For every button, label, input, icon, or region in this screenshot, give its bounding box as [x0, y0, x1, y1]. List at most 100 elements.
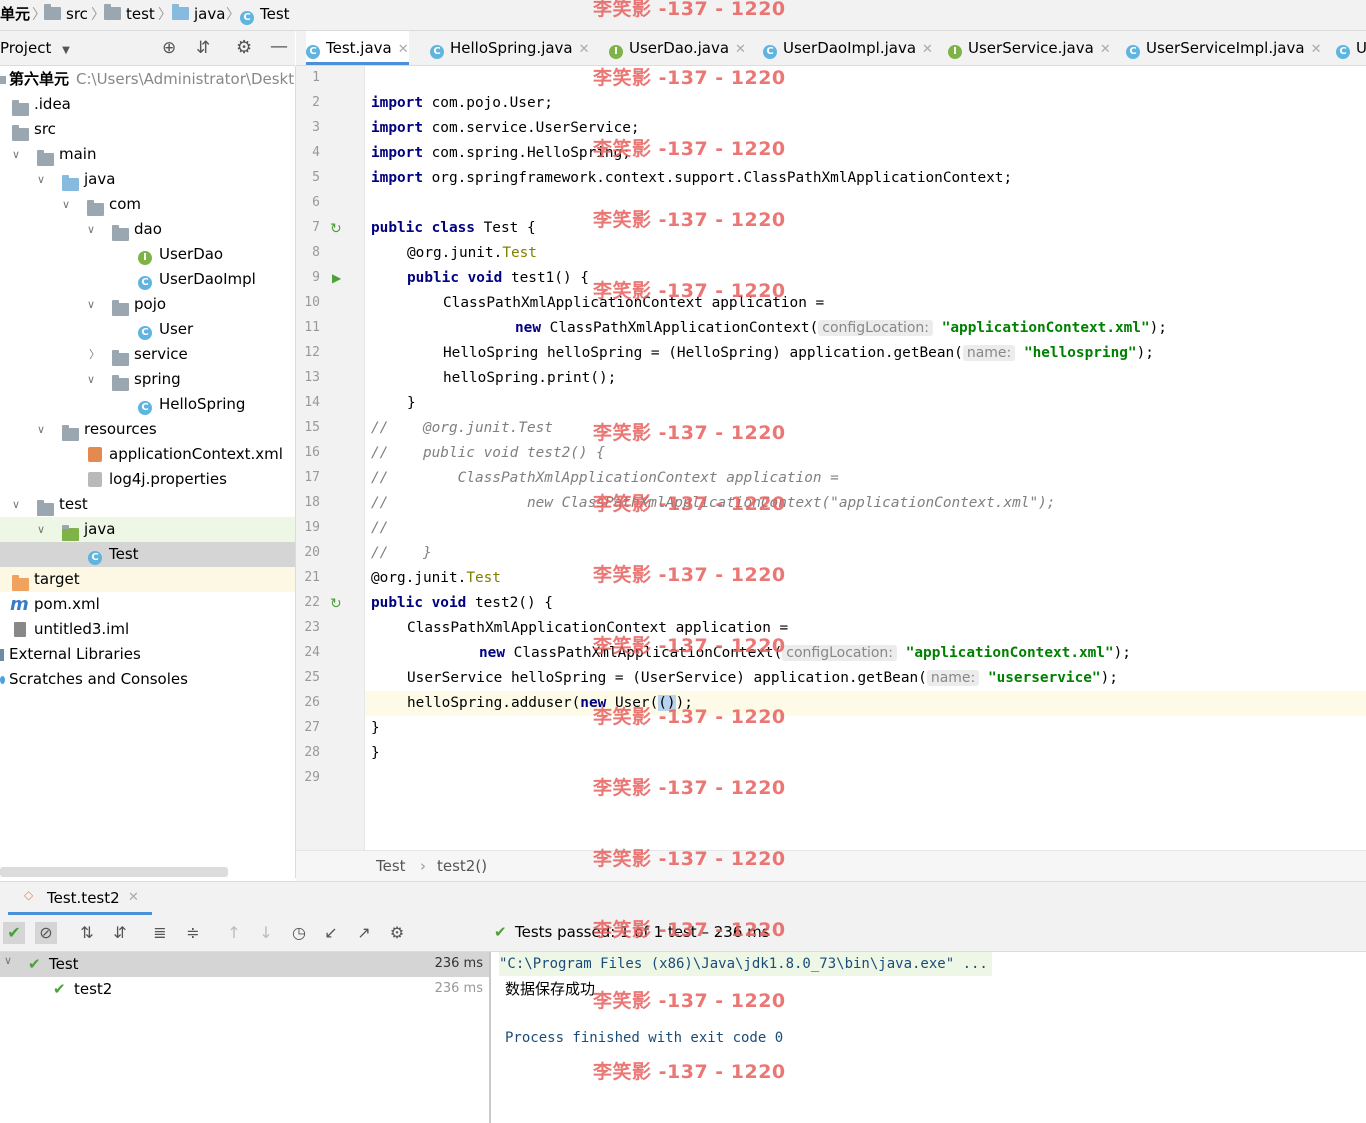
watermark-text: 李笑影 -137 - 1220	[593, 0, 786, 20]
minimize-icon[interactable]: —	[270, 36, 288, 57]
class-icon: C	[88, 551, 102, 565]
tree-item-target[interactable]: target	[0, 567, 295, 592]
chevron-down-icon[interactable]: ∨	[87, 292, 95, 317]
tree-item-java[interactable]: ∨ java	[0, 167, 295, 192]
tree-item-userdaoimpl[interactable]: C UserDaoImpl	[0, 267, 295, 292]
chevron-down-icon[interactable]: ∨	[62, 192, 70, 217]
breadcrumb-class[interactable]: Test	[376, 857, 406, 875]
line-number: 23	[304, 620, 320, 635]
tree-item-pojo[interactable]: ∨ pojo	[0, 292, 295, 317]
tree-item-test-class[interactable]: C Test	[0, 542, 295, 567]
chevron-down-icon[interactable]: ∨	[37, 417, 45, 442]
watermark-text: 李笑影 -137 - 1220	[593, 138, 786, 160]
chevron-down-icon[interactable]: ∨	[12, 142, 20, 167]
sort-by-duration-icon[interactable]: ⇵	[109, 922, 131, 944]
tree-item-hellospring[interactable]: C HelloSpring	[0, 392, 295, 417]
tab-userserviceimpl-java[interactable]: C UserServiceImpl.java ✕	[1126, 31, 1321, 65]
run-icon[interactable]: ▶	[332, 271, 341, 285]
gear-icon[interactable]: ⚙	[386, 922, 408, 944]
project-view-selector[interactable]: Project ▼	[0, 39, 70, 57]
tree-item-service[interactable]: 〉 service	[0, 342, 295, 367]
breadcrumb-java[interactable]: java	[172, 4, 225, 24]
chevron-down-icon[interactable]: ∨	[37, 167, 45, 192]
breadcrumb-method[interactable]: test2()	[437, 857, 487, 875]
tree-item-idea[interactable]: .idea	[0, 92, 295, 117]
previous-failed-icon[interactable]: ↑	[223, 922, 245, 944]
breadcrumb-src[interactable]: src	[44, 4, 88, 24]
breadcrumb-test-class[interactable]: C Test	[240, 4, 290, 25]
tree-item-external-libraries[interactable]: External Libraries	[0, 642, 295, 667]
close-icon[interactable]: ✕	[398, 42, 409, 57]
tree-item-log4j-properties[interactable]: log4j.properties	[0, 467, 295, 492]
tab-test-java[interactable]: C Test.java ✕	[306, 31, 409, 65]
tab-userservice-java[interactable]: I UserService.java ✕	[948, 31, 1111, 65]
tree-item-pom-xml[interactable]: m pom.xml	[0, 592, 295, 617]
expand-all-icon[interactable]: ≣	[149, 922, 171, 944]
tree-item-applicationcontext-xml[interactable]: applicationContext.xml	[0, 442, 295, 467]
chevron-down-icon[interactable]: ∨	[12, 492, 20, 517]
close-icon[interactable]: ✕	[1100, 42, 1111, 57]
horizontal-scrollbar[interactable]	[0, 867, 228, 877]
breadcrumb-module[interactable]: 单元	[0, 4, 30, 24]
console-output[interactable]: "C:\Program Files (x86)\Java\jdk1.8.0_73…	[491, 952, 1366, 1123]
tab-overflow[interactable]: CU	[1336, 31, 1366, 65]
breadcrumb-test[interactable]: test	[104, 4, 155, 24]
close-icon[interactable]: ✕	[735, 42, 746, 57]
test-history-icon[interactable]: ◷	[288, 922, 310, 944]
tree-item-userdao[interactable]: I UserDao	[0, 242, 295, 267]
chevron-down-icon[interactable]: ∨	[37, 517, 45, 542]
close-icon[interactable]: ✕	[922, 42, 933, 57]
run-test-method-icon[interactable]: ↻	[330, 596, 342, 612]
run-test-class-icon[interactable]: ↻	[330, 221, 342, 237]
passed-icon: ✔	[53, 980, 66, 998]
locate-icon[interactable]: ⊕	[162, 38, 176, 58]
tab-hellospring-java[interactable]: C HelloSpring.java ✕	[430, 31, 590, 65]
tree-item-src[interactable]: src	[0, 117, 295, 142]
tree-item-main[interactable]: ∨ main	[0, 142, 295, 167]
test-result-row[interactable]: ✔ test2 236 ms	[0, 977, 489, 1002]
test-result-row[interactable]: ∨ ✔ Test 236 ms	[0, 952, 489, 977]
close-icon[interactable]: ✕	[128, 890, 139, 905]
tree-item-com[interactable]: ∨ com	[0, 192, 295, 217]
editor-gutter: 1 2 3 4 5 6 7 8 9 10 11 12 13 14 15 16 17 18 19 20 21 22 23 24 2…	[296, 66, 365, 850]
tree-item-user[interactable]: C User	[0, 317, 295, 342]
show-ignored-icon[interactable]: ⊘	[35, 922, 57, 944]
line-number: 2	[312, 95, 320, 110]
collapse-all-icon[interactable]: ⇵	[196, 38, 210, 58]
tree-item-test-java[interactable]: ∨ java	[0, 517, 295, 542]
export-tests-icon[interactable]: ↗	[353, 922, 375, 944]
line-number: 21	[304, 570, 320, 585]
tree-item-resources[interactable]: ∨ resources	[0, 417, 295, 442]
source-folder-icon	[62, 175, 79, 191]
chevron-down-icon[interactable]: ∨	[87, 217, 95, 242]
tree-item-scratches[interactable]: Scratches and Consoles	[0, 667, 295, 692]
tab-userdao-java[interactable]: I UserDao.java ✕	[609, 31, 746, 65]
code-line: import com.pojo.User;	[371, 95, 553, 111]
chevron-down-icon[interactable]: ∨	[87, 367, 95, 392]
next-failed-icon[interactable]: ↓	[255, 922, 277, 944]
show-passed-icon[interactable]: ✔	[3, 922, 25, 944]
tree-item-spring[interactable]: ∨ spring	[0, 367, 295, 392]
chevron-right-icon[interactable]: 〉	[89, 342, 100, 367]
collapse-all-icon[interactable]: ≑	[182, 922, 204, 944]
line-number: 17	[304, 470, 320, 485]
code-editor[interactable]: import com.pojo.User; import com.service…	[365, 66, 1366, 850]
folder-icon	[37, 500, 54, 516]
package-icon	[112, 300, 129, 316]
chevron-down-icon[interactable]: ∨	[4, 954, 12, 967]
tree-item-dao[interactable]: ∨ dao	[0, 217, 295, 242]
line-number: 19	[304, 520, 320, 535]
close-icon[interactable]: ✕	[1311, 42, 1322, 57]
sort-alphabetically-icon[interactable]: ⇅	[76, 922, 98, 944]
tab-test-test2[interactable]: ◇ Test.test2 ✕	[8, 882, 152, 915]
code-line: @org.junit.Test	[407, 245, 537, 261]
close-icon[interactable]: ✕	[579, 42, 590, 57]
tab-userdaoimpl-java[interactable]: C UserDaoImpl.java ✕	[763, 31, 933, 65]
tree-item-module[interactable]: 第六单元 C:\Users\Administrator\Deskto	[0, 67, 295, 92]
tree-item-test[interactable]: ∨ test	[0, 492, 295, 517]
interface-icon: I	[138, 251, 152, 265]
project-panel-header: Project ▼ ⊕ ⇵ ⚙ —	[0, 31, 295, 66]
tree-item-untitled3-iml[interactable]: untitled3.iml	[0, 617, 295, 642]
gear-icon[interactable]: ⚙	[236, 37, 252, 58]
import-tests-icon[interactable]: ↙	[320, 922, 342, 944]
